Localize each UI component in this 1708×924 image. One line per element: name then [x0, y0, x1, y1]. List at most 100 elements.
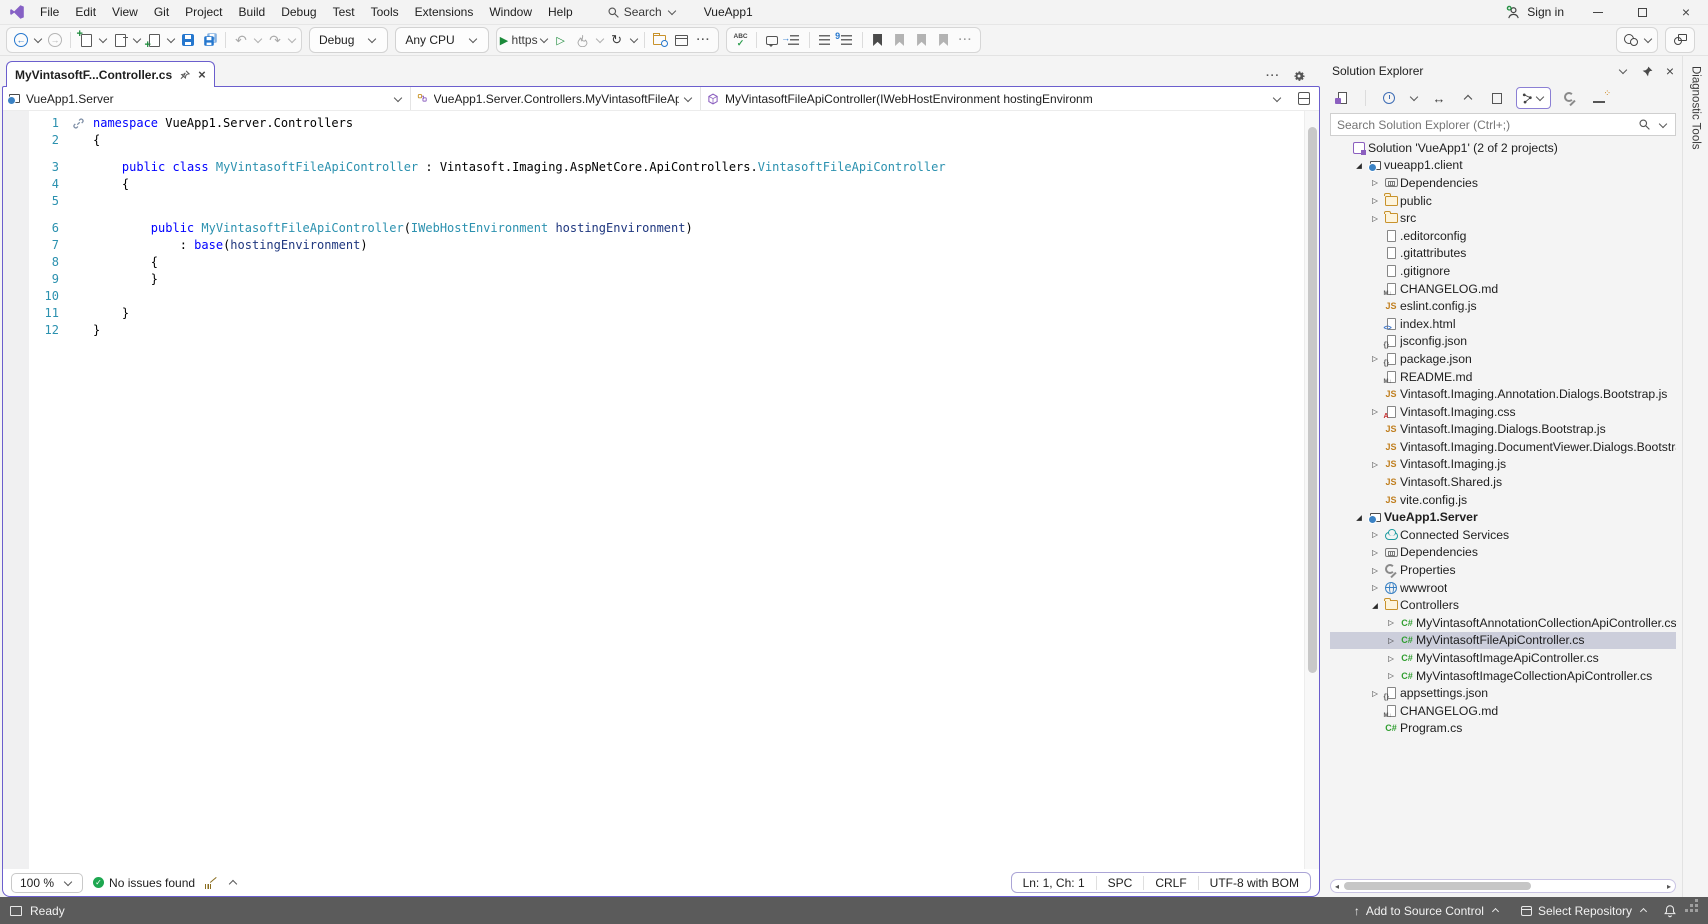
tree-item[interactable]: JSVintasoft.Imaging.Dialogs.Bootstrap.js	[1330, 421, 1676, 439]
encoding[interactable]: UTF-8 with BOM	[1199, 876, 1310, 890]
tree-item[interactable]: CHANGELOG.md	[1330, 280, 1676, 298]
undo-dropdown-icon[interactable]	[254, 35, 262, 43]
hot-reload-dropdown-icon[interactable]	[595, 35, 603, 43]
tree-item[interactable]: ▷Properties	[1330, 561, 1676, 579]
properties-button[interactable]	[1560, 87, 1580, 109]
code-cleanup-icon[interactable]	[205, 877, 217, 889]
solution-view-button[interactable]	[1332, 87, 1352, 109]
expander-icon[interactable]: ▷	[1384, 654, 1398, 663]
tree-item[interactable]: ▷C#MyVintasoftFileApiController.cs	[1330, 632, 1676, 650]
expander-icon[interactable]: ▷	[1368, 214, 1382, 223]
code-editor[interactable]: 1namespace VueApp1.Server.Controllers2{3…	[3, 111, 1319, 869]
whitespace-mode[interactable]: SPC	[1097, 876, 1145, 890]
start-without-debugging-button[interactable]: ▷	[550, 29, 572, 51]
live-share-dropdown-icon[interactable]	[1644, 35, 1652, 43]
editor-vertical-scrollbar[interactable]	[1304, 111, 1319, 869]
tree-item[interactable]: jsconfig.json	[1330, 333, 1676, 351]
tree-item[interactable]: ▷C#MyVintasoftImageApiController.cs	[1330, 649, 1676, 667]
tree-item[interactable]: ▷public	[1330, 192, 1676, 210]
search-options-chevron-icon[interactable]	[1659, 119, 1667, 127]
hot-reload-button[interactable]	[572, 29, 594, 51]
tree-item[interactable]: ▷wwwroot	[1330, 579, 1676, 597]
menu-test[interactable]: Test	[325, 0, 363, 25]
save-button[interactable]	[177, 29, 199, 51]
menu-view[interactable]: View	[104, 0, 146, 25]
redo-dropdown-icon[interactable]	[288, 35, 296, 43]
minimize-button[interactable]	[1576, 0, 1620, 24]
expander-icon[interactable]: ▷	[1368, 460, 1382, 469]
menu-git[interactable]: Git	[146, 0, 177, 25]
undo-button[interactable]: ↶	[230, 29, 252, 51]
scrollbar-thumb[interactable]	[1344, 882, 1531, 890]
scroll-right-icon[interactable]: ▸	[1667, 882, 1671, 891]
previous-bookmark-button[interactable]	[889, 29, 911, 51]
tree-item[interactable]: ▷appsettings.json	[1330, 684, 1676, 702]
format-document-button[interactable]	[783, 29, 805, 51]
expander-icon[interactable]: ▷	[1384, 618, 1398, 627]
expander-icon[interactable]: ▷	[1368, 583, 1382, 592]
code-line[interactable]: 6 public MyVintasoftFileApiController(IW…	[3, 220, 1319, 237]
expander-icon[interactable]: ▷	[1368, 548, 1382, 557]
zoom-dropdown[interactable]: 100 %	[11, 873, 83, 893]
preview-selected-items-button[interactable]	[1589, 87, 1609, 109]
close-button[interactable]: ×	[1664, 0, 1708, 24]
restart-button[interactable]: ↻	[606, 29, 628, 51]
resize-grip[interactable]	[1695, 909, 1698, 912]
member-dropdown[interactable]: MyVintasoftFileApiController(IWebHostEnv…	[701, 87, 1289, 110]
pin-icon[interactable]	[1641, 65, 1654, 78]
menu-extensions[interactable]: Extensions	[407, 0, 482, 25]
expander-icon[interactable]: ▷	[1368, 566, 1382, 575]
chevron-up-icon[interactable]	[229, 879, 237, 887]
split-editor-button[interactable]	[1289, 87, 1319, 110]
code-line[interactable]: 8 {	[3, 254, 1319, 271]
menu-edit[interactable]: Edit	[67, 0, 104, 25]
code-line[interactable]: 2{	[3, 132, 1319, 149]
window-layout-button[interactable]	[671, 29, 693, 51]
tree-item[interactable]: ▷C#MyVintasoftAnnotationCollectionApiCon…	[1330, 614, 1676, 632]
document-health-indicator[interactable]: ✓ No issues found	[93, 876, 195, 890]
switch-views-button[interactable]	[1516, 87, 1551, 109]
tree-item[interactable]: ◢VueApp1.Server	[1330, 508, 1676, 526]
collapse-all-button[interactable]	[1458, 87, 1478, 109]
expander-icon[interactable]: ▷	[1384, 636, 1398, 645]
tab-list-button[interactable]: ···	[1266, 70, 1280, 82]
tree-item[interactable]: CHANGELOG.md	[1330, 702, 1676, 720]
tree-item[interactable]: .gitignore	[1330, 262, 1676, 280]
menu-window[interactable]: Window	[481, 0, 540, 25]
line-ending[interactable]: CRLF	[1144, 876, 1198, 890]
sync-with-active-document-button[interactable]: ↔	[1429, 87, 1449, 109]
expander-icon[interactable]: ▷	[1384, 671, 1398, 680]
code-line[interactable]: 4 {	[3, 176, 1319, 193]
add-item-button[interactable]	[143, 29, 165, 51]
solution-search-input[interactable]	[1337, 118, 1632, 132]
restart-dropdown-icon[interactable]	[629, 35, 637, 43]
tree-item[interactable]: Solution 'VueApp1' (2 of 2 projects)	[1330, 139, 1676, 157]
background-tasks-icon[interactable]	[10, 906, 22, 916]
menu-file[interactable]: File	[32, 0, 67, 25]
code-line[interactable]: 1namespace VueApp1.Server.Controllers	[3, 115, 1319, 132]
tree-item[interactable]: index.html	[1330, 315, 1676, 333]
pin-tab-icon[interactable]	[179, 69, 191, 81]
add-to-source-control-button[interactable]: ↑ Add to Source Control	[1348, 897, 1507, 924]
menu-build[interactable]: Build	[231, 0, 274, 25]
spell-checker-button[interactable]: ABC	[730, 29, 752, 51]
code-line[interactable]: 11 }	[3, 305, 1319, 322]
open-file-dropdown-icon[interactable]	[133, 35, 141, 43]
pending-changes-filter-button[interactable]	[1379, 87, 1399, 109]
code-line[interactable]: 7 : base(hostingEnvironment)	[3, 237, 1319, 254]
redo-button[interactable]: ↷	[264, 29, 286, 51]
editor-toolbar-overflow-button[interactable]: ···	[955, 29, 977, 51]
tree-item[interactable]: ▷JSVintasoft.Imaging.js	[1330, 456, 1676, 474]
navigate-forward-button[interactable]: →	[44, 29, 66, 51]
scroll-left-icon[interactable]: ◂	[1335, 882, 1339, 891]
tree-item[interactable]: .editorconfig	[1330, 227, 1676, 245]
expander-icon[interactable]: ▷	[1368, 178, 1382, 187]
expander-icon[interactable]: ▷	[1368, 689, 1382, 698]
scrollbar-thumb[interactable]	[1308, 127, 1317, 673]
editor-settings-gear-icon[interactable]	[1292, 69, 1306, 83]
comment-button[interactable]	[761, 29, 783, 51]
live-share-button[interactable]	[1620, 29, 1642, 51]
show-all-files-button[interactable]	[1487, 87, 1507, 109]
menu-project[interactable]: Project	[177, 0, 230, 25]
type-dropdown[interactable]: VueApp1.Server.Controllers.MyVintasoftFi…	[411, 87, 701, 110]
